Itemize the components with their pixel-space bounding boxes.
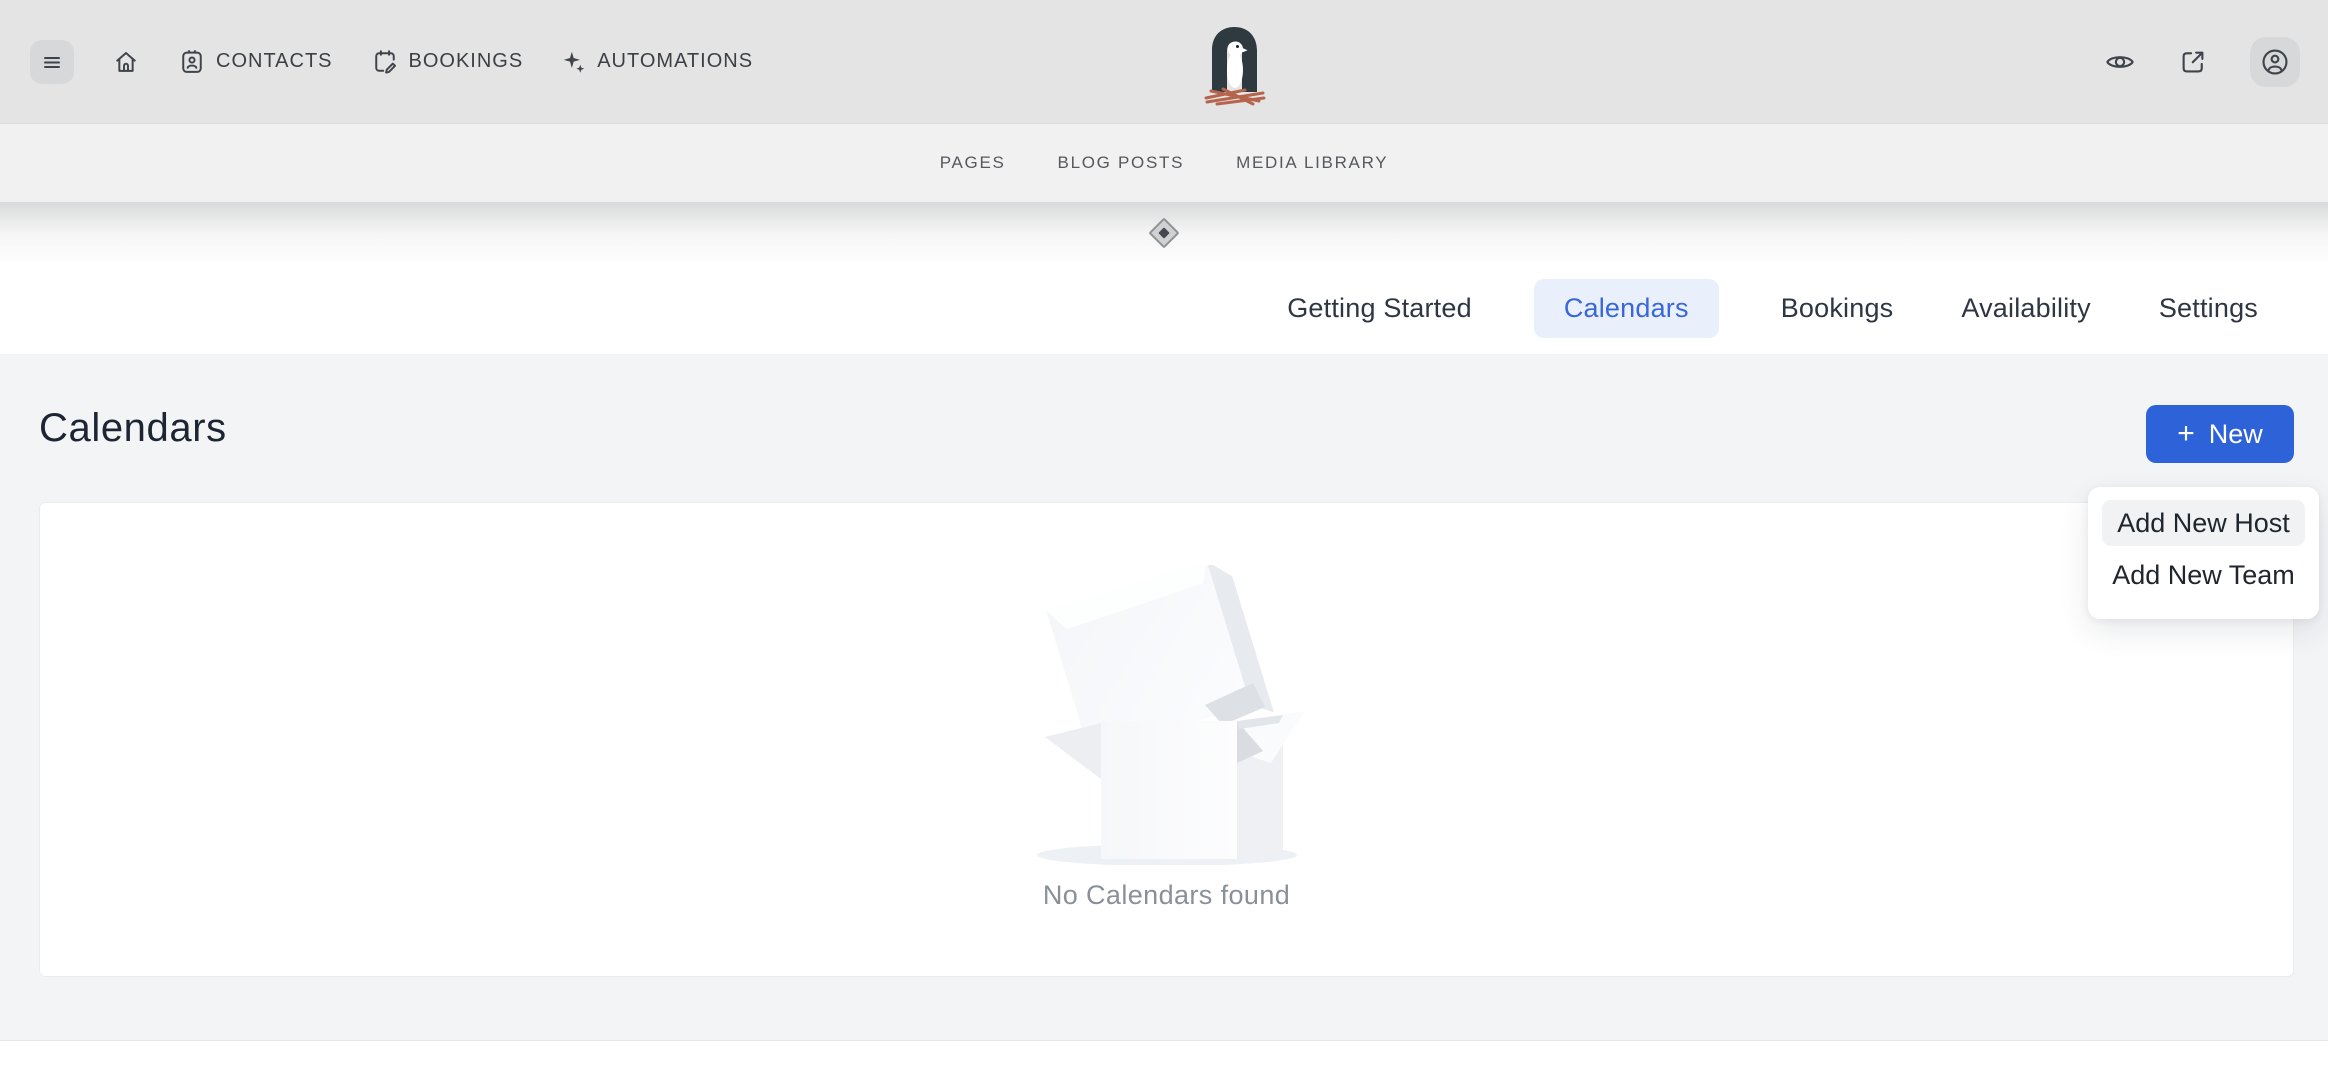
new-calendar-dropdown: Add New Host Add New Team	[2088, 487, 2319, 619]
nav-contacts-label: CONTACTS	[216, 50, 333, 72]
plus-icon: +	[2177, 417, 2195, 450]
calendars-empty-card: No Calendars found	[39, 502, 2294, 977]
contact-book-icon	[178, 48, 206, 76]
nav-automations-label: AUTOMATIONS	[597, 50, 754, 72]
nav-automations[interactable]: AUTOMATIONS	[561, 49, 753, 75]
page-footer	[0, 1040, 2328, 1088]
tab-availability[interactable]: Availability	[1955, 279, 2096, 338]
subnav-blog-posts[interactable]: BLOG POSTS	[1058, 153, 1185, 173]
nav-contacts[interactable]: CONTACTS	[178, 48, 333, 76]
account-icon	[2259, 46, 2291, 78]
open-external-icon	[2178, 47, 2208, 77]
page: CONTACTS BOOKINGS AUTOMATIONS PAGES BLOG…	[0, 0, 2328, 1088]
sparkles-icon	[561, 49, 587, 75]
new-button-label: New	[2208, 418, 2263, 449]
app-logo	[1203, 22, 1267, 106]
eye-preview-icon	[2104, 46, 2136, 78]
preview-button[interactable]	[2104, 46, 2136, 78]
new-calendar-button[interactable]: + New	[2146, 405, 2294, 463]
tab-bookings[interactable]: Bookings	[1775, 279, 1900, 338]
home-icon	[112, 48, 140, 76]
subnav-media-library[interactable]: MEDIA LIBRARY	[1236, 153, 1388, 173]
topbar-left-nav: CONTACTS BOOKINGS AUTOMATIONS	[30, 39, 753, 84]
home-button[interactable]	[112, 48, 140, 76]
topbar-right	[2104, 36, 2300, 87]
widget-strip	[0, 202, 2328, 262]
page-title: Calendars	[39, 406, 227, 450]
tab-getting-started[interactable]: Getting Started	[1281, 279, 1478, 338]
diamond-anchor-dot	[1158, 227, 1170, 239]
menu-button[interactable]	[30, 39, 74, 84]
nav-bookings-label: BOOKINGS	[408, 50, 524, 72]
tab-calendars[interactable]: Calendars	[1533, 278, 1719, 338]
dropdown-add-new-team[interactable]: Add New Team	[2102, 553, 2305, 597]
site-subnav: PAGES BLOG POSTS MEDIA LIBRARY	[0, 124, 2328, 202]
hamburger-icon	[40, 50, 64, 74]
tab-settings[interactable]: Settings	[2153, 279, 2264, 338]
topbar: CONTACTS BOOKINGS AUTOMATIONS	[0, 0, 2328, 124]
subnav-pages[interactable]: PAGES	[940, 153, 1006, 173]
booking-tabs: Getting Started Calendars Bookings Avail…	[0, 262, 2328, 354]
empty-box-illustration	[1027, 561, 1307, 870]
calendar-edit-icon	[371, 48, 399, 76]
diamond-anchor-handle[interactable]	[1148, 217, 1180, 249]
account-button[interactable]	[2250, 36, 2300, 87]
empty-state-text: No Calendars found	[1042, 880, 1291, 910]
open-external-button[interactable]	[2178, 47, 2208, 77]
nav-bookings[interactable]: BOOKINGS	[371, 48, 524, 76]
dropdown-add-new-host[interactable]: Add New Host	[2102, 500, 2305, 546]
